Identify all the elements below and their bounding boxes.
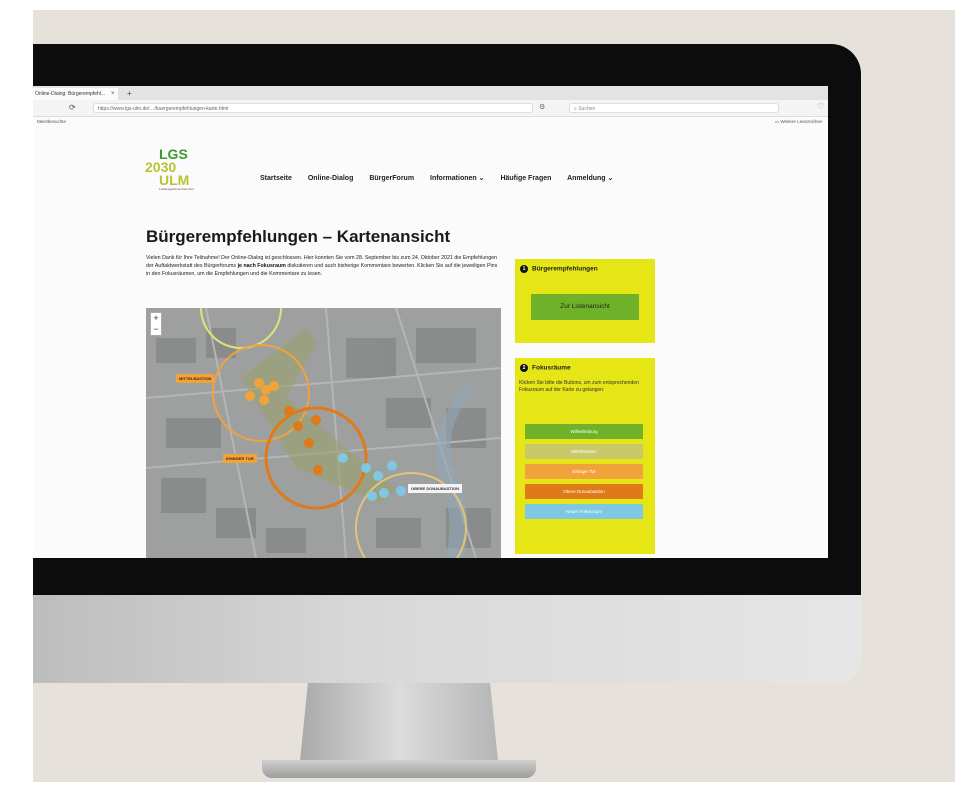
page-title: Bürgerempfehlungen – Kartenansicht xyxy=(146,227,451,246)
search-placeholder: Suchen xyxy=(578,106,596,112)
nav-buergerforum[interactable]: BürgerForum xyxy=(369,175,414,182)
intro-text: Vielen Dank für Ihre Teilnahme! Der Onli… xyxy=(146,254,501,278)
bookmark-other-label: Weitere Lesezeichen xyxy=(780,119,823,124)
nav-informationen[interactable]: Informationen ⌄ xyxy=(430,175,484,182)
zoom-in-button[interactable]: + xyxy=(151,313,161,324)
monitor-chin xyxy=(33,595,861,683)
monitor-foot xyxy=(262,760,536,778)
map-canvas xyxy=(146,308,501,558)
focus-button-wilhelmsburg[interactable]: Wilhelmsburg xyxy=(525,424,643,439)
url-text: https://www.lgs-ulm.de/…/buergerempfehlu… xyxy=(98,106,229,112)
list-view-button[interactable]: Zur Listenansicht xyxy=(531,294,639,320)
logo-line-3: ULM xyxy=(159,172,190,188)
browser-tab[interactable]: Online-Dialog: Bürgerempfehl... xyxy=(33,88,118,100)
focus-button-mittelbastion[interactable]: Mittelbastion xyxy=(525,444,643,459)
nav-haeufige-fragen[interactable]: Häufige Fragen xyxy=(500,175,551,182)
search-input[interactable]: ⌕ Suchen xyxy=(569,103,779,113)
new-tab-button[interactable]: + xyxy=(127,88,132,100)
map-label-mittelbastion: MITTELBASTION xyxy=(176,374,215,383)
close-tab-icon[interactable]: × xyxy=(111,88,115,100)
reload-icon[interactable]: ⟳ xyxy=(69,103,78,112)
map-label-ehinger-tor: EHINGER TOR xyxy=(223,454,257,463)
bookmarks-bar: Meistbesuchte ▭ Weitere Lesezeichen xyxy=(33,117,828,127)
nav-startseite[interactable]: Startseite xyxy=(260,175,292,182)
monitor-stand xyxy=(300,683,498,761)
margin-left xyxy=(0,0,33,799)
browser-tab-title: Online-Dialog: Bürgerempfehl... xyxy=(35,91,106,97)
url-bar[interactable]: https://www.lgs-ulm.de/…/buergerempfehlu… xyxy=(93,103,533,113)
map-label-obere-donaubastion: OBERE DONAUBASTION xyxy=(408,484,463,493)
zoom-out-button[interactable]: − xyxy=(151,324,161,335)
map-zoom-control: + − xyxy=(150,312,162,336)
buergerempfehlungen-panel: 1 Bürgerempfehlungen Zur Listenansicht xyxy=(515,259,655,343)
site-navigation: Startseite Online-Dialog BürgerForum Inf… xyxy=(260,174,627,182)
browser-tab-bar: Online-Dialog: Bürgerempfehl... × + xyxy=(33,86,828,100)
pocket-icon[interactable]: ♡ xyxy=(817,102,824,111)
focus-button-neuer-fokusraum[interactable]: Neuer Fokusraum xyxy=(525,504,643,519)
panel-number-badge: 1 xyxy=(520,265,528,273)
settings-icon[interactable]: ⚙ xyxy=(539,103,545,111)
panel-title: Fokusräume xyxy=(532,364,571,372)
focus-button-obere-donaubastion[interactable]: Obere Donaubastion xyxy=(525,484,643,499)
logo-subtitle: Landesgartenschau Ulm xyxy=(159,187,194,191)
focus-button-ehinger-tor[interactable]: Ehinger Tor xyxy=(525,464,643,479)
bookmark-other[interactable]: ▭ Weitere Lesezeichen xyxy=(775,119,822,125)
intro-bold: je nach Fokusraum xyxy=(237,263,286,269)
monitor-screen: Online-Dialog: Bürgerempfehl... × + ⟳ ht… xyxy=(33,86,828,558)
focus-area-map[interactable]: + − MITTELBASTION EHINGER TOR OBERE DONA… xyxy=(146,308,501,558)
panel-instructions: Klicken Sie bitte die Buttons, um zum en… xyxy=(519,380,639,393)
panel-title: Bürgerempfehlungen xyxy=(532,265,598,273)
margin-bottom xyxy=(0,782,955,799)
browser-toolbar: ⟳ https://www.lgs-ulm.de/…/buergerempfeh… xyxy=(33,100,828,117)
site-logo[interactable]: LGS 2030 ULM Landesgartenschau Ulm xyxy=(145,147,194,192)
panel-heading: 1 Bürgerempfehlungen xyxy=(520,265,598,273)
fokusraeume-panel: 2 Fokusräume Klicken Sie bitte die Button… xyxy=(515,358,655,554)
nav-anmeldung[interactable]: Anmeldung ⌄ xyxy=(567,175,613,182)
bookmark-most-visited[interactable]: Meistbesuchte xyxy=(37,119,66,124)
panel-heading: 2 Fokusräume xyxy=(520,364,571,372)
nav-online-dialog[interactable]: Online-Dialog xyxy=(308,175,354,182)
panel-number-badge: 2 xyxy=(520,364,528,372)
